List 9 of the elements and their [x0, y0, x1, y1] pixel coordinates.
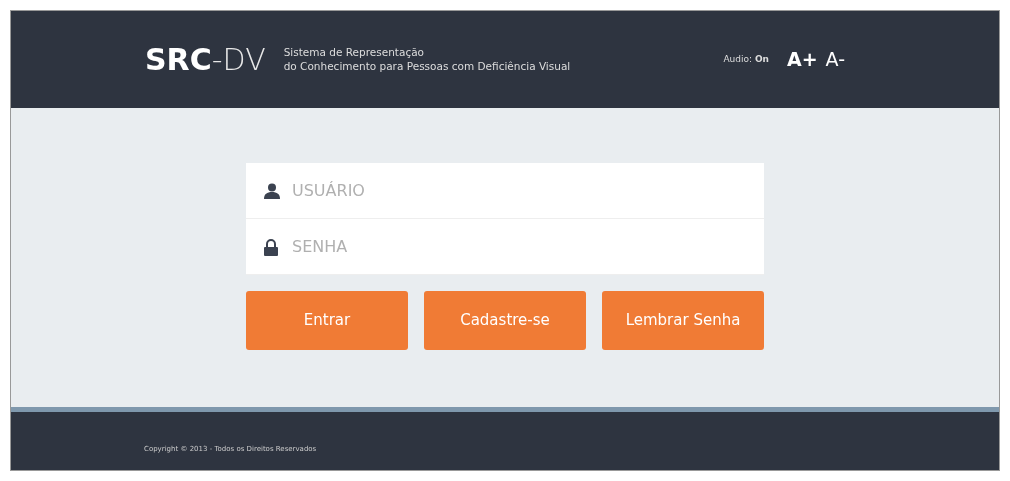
password-field[interactable]: SENHA: [246, 219, 764, 275]
tagline: Sistema de Representação do Conhecimento para Pessoas com Deficiência Visual: [283, 46, 571, 73]
audio-toggle[interactable]: Audio: On: [723, 52, 769, 67]
decrease-font-button[interactable]: A-: [821, 45, 849, 74]
user-icon: [264, 183, 280, 199]
increase-font-button[interactable]: A+: [782, 45, 822, 74]
logo: SRC-DV: [145, 44, 266, 75]
username-field[interactable]: USUÁRIO: [246, 163, 764, 219]
lock-icon: [264, 239, 278, 256]
